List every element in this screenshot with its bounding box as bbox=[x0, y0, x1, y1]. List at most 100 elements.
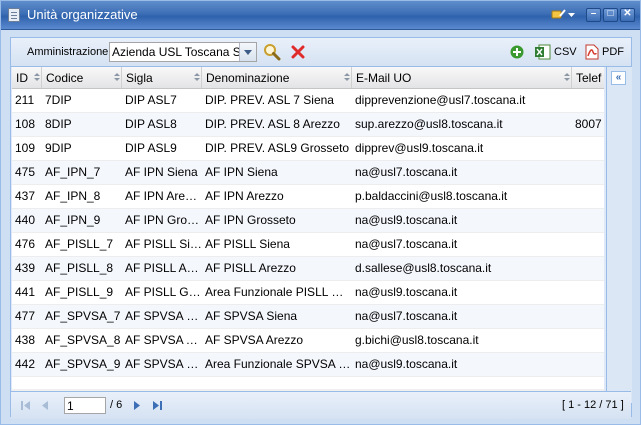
page-number-input[interactable] bbox=[64, 397, 106, 414]
cell-id: 439 bbox=[15, 261, 36, 275]
maximize-button[interactable]: □ bbox=[603, 8, 618, 22]
first-page-icon[interactable] bbox=[21, 401, 31, 410]
cell-telefono bbox=[572, 233, 604, 256]
cell-sigla: AF IPN Grosseto bbox=[125, 213, 202, 227]
cell-codice: 9DIP bbox=[45, 141, 72, 155]
cell-telefono bbox=[572, 353, 604, 376]
combo-trigger-button[interactable] bbox=[239, 43, 256, 61]
cell-sigla: DIP ASL8 bbox=[125, 117, 177, 131]
csv-export-button[interactable]: CSV bbox=[554, 46, 577, 58]
cell-codice: AF_IPN_8 bbox=[45, 189, 101, 203]
toolbar: Amministrazione CSV bbox=[11, 38, 631, 67]
last-page-icon[interactable] bbox=[153, 401, 163, 410]
cell-email: sup.arezzo@usl8.toscana.it bbox=[355, 117, 503, 131]
cell-email: na@usl7.toscana.it bbox=[355, 165, 458, 179]
cell-sigla: AF PISLL Arezzo bbox=[125, 261, 202, 275]
column-header-telefono[interactable]: Telef bbox=[572, 67, 604, 88]
cell-denominazione: DIP. PREV. ASL 8 Arezzo bbox=[205, 117, 340, 131]
expand-panel-button[interactable]: « bbox=[611, 71, 626, 85]
cell-codice: AF_PISLL_9 bbox=[45, 285, 114, 299]
cell-codice: 8DIP bbox=[45, 117, 72, 131]
pdf-icon[interactable] bbox=[585, 44, 599, 60]
cell-denominazione: AF SPVSA Arezzo bbox=[205, 333, 304, 347]
table-row[interactable]: 438 AF_SPVSA_8 AF SPVSA ArezzoAF SPVSA Are… bbox=[12, 329, 604, 353]
column-header-sigla[interactable]: Sigla bbox=[122, 67, 202, 88]
chevron-down-icon[interactable] bbox=[568, 13, 575, 18]
pagination-bar: / 6 [ 1 - 12 / 71 ] bbox=[11, 391, 631, 419]
table-row[interactable]: 437 AF_IPN_8 AF IPN Arezzo AF IPN Arezzo p.b… bbox=[12, 185, 604, 209]
cell-id: 440 bbox=[15, 213, 36, 227]
administration-combo[interactable] bbox=[109, 42, 257, 62]
cell-id: 437 bbox=[15, 189, 36, 203]
settings-tool-icon[interactable] bbox=[551, 7, 567, 22]
cell-telefono bbox=[572, 137, 604, 160]
cell-telefono bbox=[572, 305, 604, 328]
cell-sigla: AF SPVSA Grosseto bbox=[125, 357, 202, 371]
cell-telefono bbox=[572, 185, 604, 208]
table-row[interactable]: 442 AF_SPVSA_9 AF SPVSA GrossetoArea Funzi… bbox=[12, 353, 604, 377]
cell-telefono bbox=[572, 257, 604, 280]
table-row[interactable]: 475 AF_IPN_7 AF IPN Siena AF IPN Siena na@us… bbox=[12, 161, 604, 185]
column-header-denominazione[interactable]: Denominazione bbox=[202, 67, 352, 88]
cell-telefono bbox=[572, 281, 604, 304]
table-row[interactable]: 441 AF_PISLL_9 AF PISLL GrossetoArea Funzi… bbox=[12, 281, 604, 305]
document-icon bbox=[8, 8, 20, 22]
cell-denominazione: AF PISLL Siena bbox=[205, 237, 290, 251]
clear-filter-icon[interactable] bbox=[291, 45, 305, 59]
cell-codice: AF_SPVSA_8 bbox=[45, 333, 121, 347]
title-bar[interactable]: Unità organizzative – □ ✕ bbox=[1, 1, 640, 30]
search-icon[interactable] bbox=[263, 43, 281, 61]
table-row[interactable]: 108 8DIP DIP ASL8 DIP. PREV. ASL 8 Arezzo su… bbox=[12, 113, 604, 137]
cell-email: na@usl7.toscana.it bbox=[355, 237, 458, 251]
cell-codice: AF_SPVSA_7 bbox=[45, 309, 121, 323]
table-row[interactable]: 211 7DIP DIP ASL7 DIP. PREV. ASL 7 Siena dip… bbox=[12, 89, 604, 113]
cell-telefono bbox=[572, 209, 604, 232]
table-row[interactable]: 476 AF_PISLL_7 AF PISLL Siena AF PISLL Sien… bbox=[12, 233, 604, 257]
cell-email: na@usl9.toscana.it bbox=[355, 357, 458, 371]
minimize-button[interactable]: – bbox=[586, 8, 601, 22]
add-icon[interactable] bbox=[510, 45, 524, 59]
cell-email: dipprev@usl9.toscana.it bbox=[355, 141, 484, 155]
window-title: Unità organizzative bbox=[27, 7, 138, 22]
cell-denominazione: AF SPVSA Siena bbox=[205, 309, 298, 323]
pdf-export-button[interactable]: PDF bbox=[602, 46, 624, 58]
cell-sigla: DIP ASL9 bbox=[125, 141, 177, 155]
cell-id: 108 bbox=[15, 117, 36, 131]
table-row[interactable]: 477 AF_SPVSA_7 AF SPVSA SienaAF SPVSA Sien… bbox=[12, 305, 604, 329]
cell-codice: AF_IPN_9 bbox=[45, 213, 101, 227]
cell-telefono bbox=[572, 89, 604, 112]
cell-telefono: 8007 bbox=[575, 117, 602, 131]
cell-id: 477 bbox=[15, 309, 36, 323]
cell-denominazione: AF IPN Arezzo bbox=[205, 189, 284, 203]
cell-denominazione: Area Funzionale SPVSA Grosseto bbox=[205, 357, 352, 371]
cell-sigla: DIP ASL7 bbox=[125, 93, 177, 107]
next-page-icon[interactable] bbox=[134, 401, 141, 410]
cell-denominazione: AF IPN Siena bbox=[205, 165, 278, 179]
column-header-email[interactable]: E-Mail UO bbox=[352, 67, 572, 88]
cell-email: na@usl9.toscana.it bbox=[355, 213, 458, 227]
column-header-id[interactable]: ID bbox=[12, 67, 42, 88]
side-collapse-bar: « bbox=[606, 67, 632, 403]
cell-id: 475 bbox=[15, 165, 36, 179]
data-grid: ID Codice Sigla Denominazione E-Mail UO … bbox=[12, 67, 604, 389]
cell-sigla: AF IPN Arezzo bbox=[125, 189, 202, 203]
page-count: / 6 bbox=[110, 399, 123, 411]
cell-email: dipprevenzione@usl7.toscana.it bbox=[355, 93, 526, 107]
close-button[interactable]: ✕ bbox=[620, 8, 635, 22]
table-row[interactable]: 439 AF_PISLL_8 AF PISLL ArezzoAF PISLL Are… bbox=[12, 257, 604, 281]
cell-email: na@usl9.toscana.it bbox=[355, 285, 458, 299]
excel-icon[interactable] bbox=[535, 44, 551, 60]
cell-sigla: AF IPN Siena bbox=[125, 165, 198, 179]
cell-denominazione: Area Funzionale PISLL Grosseto bbox=[205, 285, 352, 299]
table-row[interactable]: 440 AF_IPN_9 AF IPN GrossetoAF IPN Grosset… bbox=[12, 209, 604, 233]
administration-input[interactable] bbox=[111, 44, 240, 60]
record-range: [ 1 - 12 / 71 ] bbox=[562, 399, 624, 411]
previous-page-icon[interactable] bbox=[41, 401, 48, 410]
table-row[interactable]: 109 9DIP DIP ASL9 DIP. PREV. ASL9 Grosseto d… bbox=[12, 137, 604, 161]
cell-sigla: AF SPVSA Arezzo bbox=[125, 333, 202, 347]
cell-denominazione: DIP. PREV. ASL9 Grosseto bbox=[205, 141, 350, 155]
cell-codice: AF_SPVSA_9 bbox=[45, 357, 121, 371]
column-header-codice[interactable]: Codice bbox=[42, 67, 122, 88]
cell-id: 211 bbox=[15, 93, 35, 107]
cell-denominazione: AF IPN Grosseto bbox=[205, 213, 296, 227]
